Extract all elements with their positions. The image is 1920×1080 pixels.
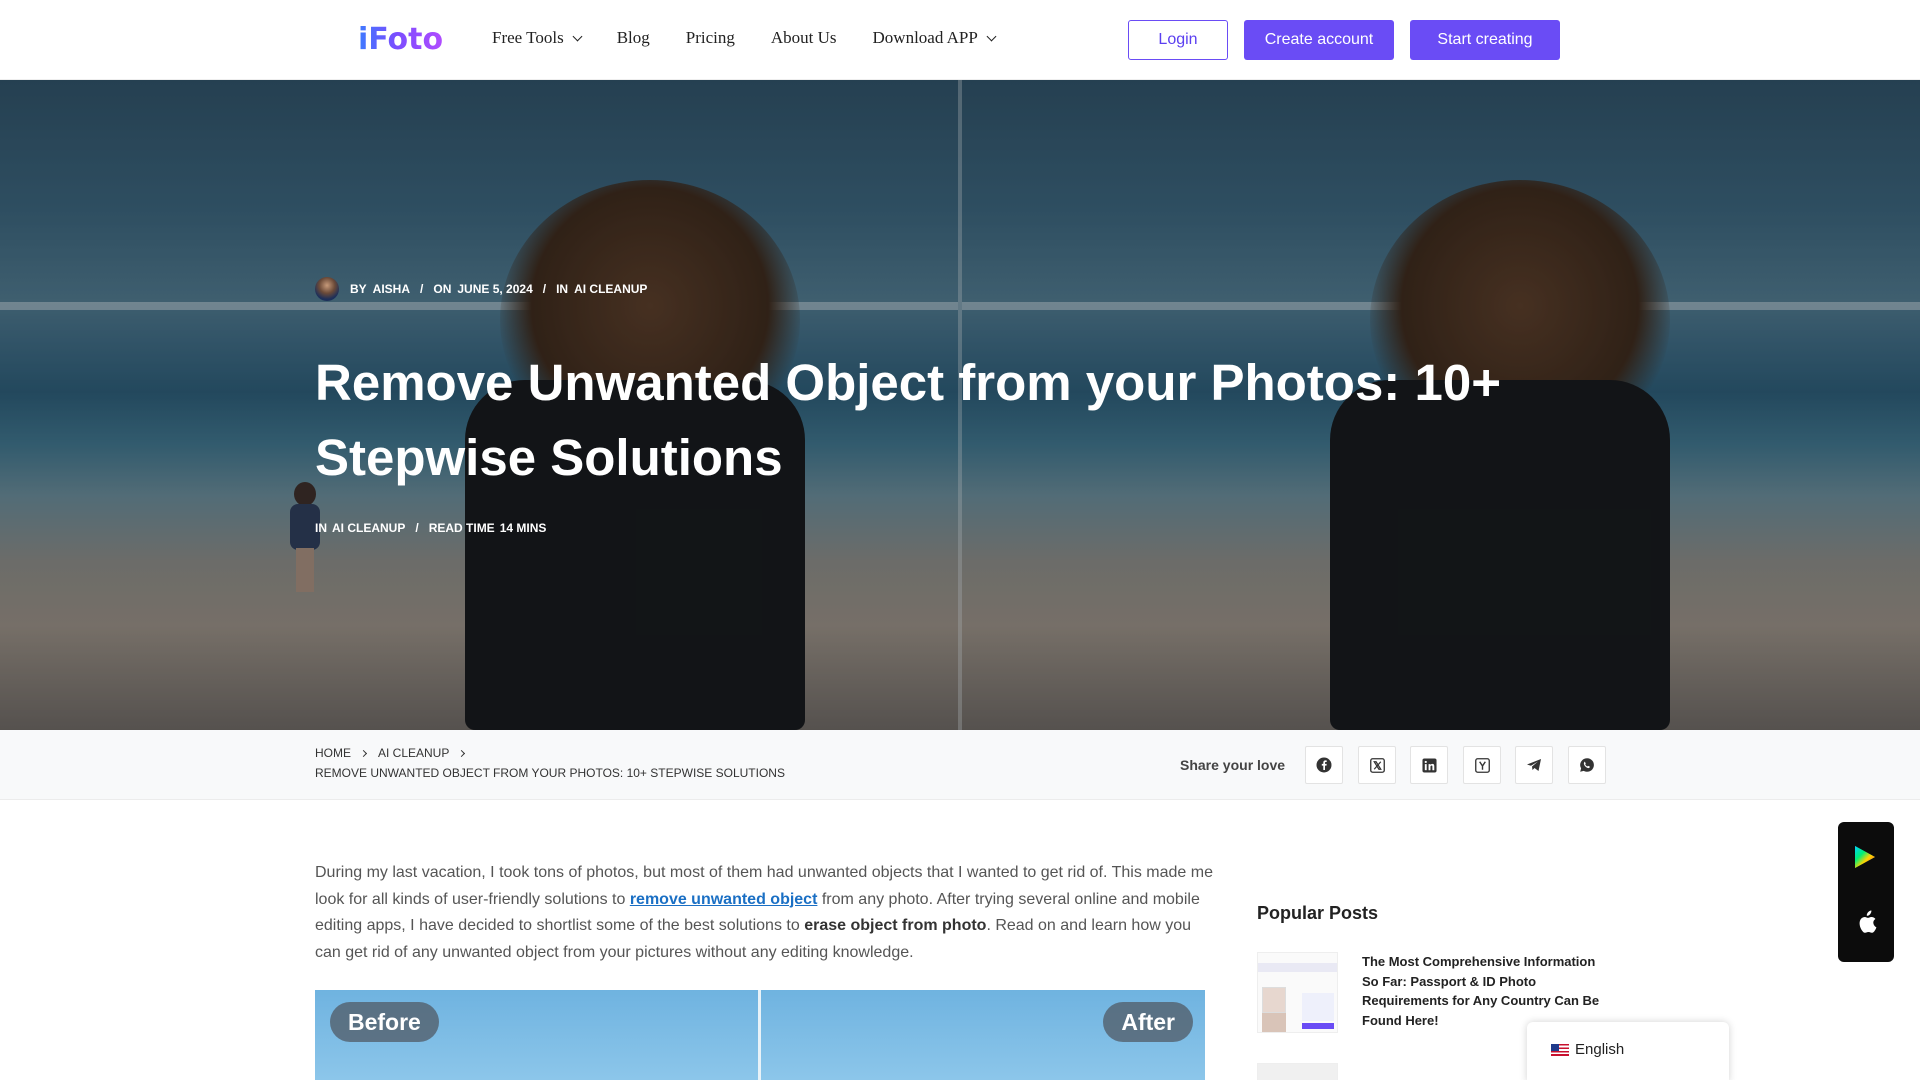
share-linkedin-button[interactable] [1410, 746, 1448, 784]
read-time-label: Read time [428, 521, 495, 535]
nav-free-tools[interactable]: Free Tools [492, 28, 583, 48]
nav-free-tools-label: Free Tools [492, 28, 564, 47]
create-account-button[interactable]: Create account [1244, 20, 1394, 60]
share-whatsapp-button[interactable] [1568, 746, 1606, 784]
language-label: English [1575, 1041, 1625, 1058]
chevron-down-icon [572, 31, 583, 41]
breadcrumb-home[interactable]: Home [315, 746, 351, 760]
hero-banner: By Aisha / On June 5, 2024 / In AI Clean… [0, 80, 1920, 730]
page-title: Remove Unwanted Object from your Photos:… [315, 354, 1501, 486]
post-meta: By Aisha / On June 5, 2024 / In AI Clean… [315, 277, 647, 301]
nav-about-us[interactable]: About Us [771, 28, 837, 48]
share-telegram-button[interactable] [1515, 746, 1553, 784]
post-date: June 5, 2024 [457, 282, 533, 296]
language-selector[interactable]: English [1527, 1022, 1729, 1080]
article-intro: During my last vacation, I took tons of … [315, 860, 1215, 966]
breadcrumb: Home AI Cleanup Remove Unwanted Object f… [315, 746, 785, 780]
main-nav: Free Tools Blog Pricing About Us Downloa… [492, 28, 1031, 48]
nav-about-us-label: About Us [770, 28, 837, 47]
nav-blog[interactable]: Blog [617, 28, 650, 48]
author-avatar[interactable] [315, 277, 339, 301]
meta-in: In [315, 521, 327, 535]
breadcrumb-current: Remove Unwanted Object from your Photos:… [315, 766, 785, 780]
login-button[interactable]: Login [1128, 20, 1228, 60]
meta-separator: / [415, 521, 419, 535]
meta-in: In [556, 282, 569, 296]
us-flag-icon [1551, 1044, 1569, 1056]
popular-post-title[interactable]: The Most Comprehensive Information So Fa… [1362, 952, 1602, 1030]
app-download-float [1838, 822, 1894, 962]
facebook-icon [1316, 757, 1332, 773]
share-x-button[interactable] [1358, 746, 1396, 784]
author-link[interactable]: Aisha [373, 282, 410, 296]
chevron-right-icon [359, 749, 368, 757]
meta-by: By [350, 282, 367, 296]
category-link[interactable]: AI Cleanup [332, 521, 405, 535]
share-label: Share your love [1180, 757, 1286, 773]
apple-icon[interactable] [1855, 910, 1877, 934]
chevron-right-icon [458, 749, 466, 757]
whatsapp-icon [1580, 758, 1594, 772]
breadcrumb-category[interactable]: AI Cleanup [378, 746, 449, 760]
popular-post-thumbnail[interactable] [1257, 1063, 1338, 1080]
google-play-icon[interactable] [1855, 846, 1875, 868]
before-after-split [758, 990, 761, 1080]
site-header: iFoto Free Tools Blog Pricing About Us D… [0, 0, 1920, 80]
popular-post-thumbnail[interactable] [1257, 952, 1338, 1033]
telegram-icon [1527, 759, 1541, 771]
chevron-down-icon [986, 31, 997, 41]
breadcrumb-bar: Home AI Cleanup Remove Unwanted Object f… [0, 730, 1920, 800]
start-creating-button[interactable]: Start creating [1410, 20, 1560, 60]
share-facebook-button[interactable] [1305, 746, 1343, 784]
nav-pricing-label: Pricing [685, 28, 735, 47]
linkedin-icon [1421, 757, 1437, 773]
post-meta-secondary: In AI Cleanup / Read time 14 mins [315, 521, 546, 535]
before-label: Before [330, 1002, 439, 1042]
nav-download-app[interactable]: Download APP [872, 28, 997, 48]
ifoto-logo[interactable]: iFoto [358, 22, 443, 57]
nav-pricing[interactable]: Pricing [686, 28, 735, 48]
share-hacker-news-button[interactable] [1463, 746, 1501, 784]
nav-blog-label: Blog [616, 28, 650, 47]
category-link[interactable]: AI Cleanup [574, 282, 647, 296]
read-time-value: 14 mins [499, 521, 547, 535]
meta-separator: / [542, 282, 547, 296]
meta-on: On [433, 282, 452, 296]
after-label: After [1103, 1002, 1193, 1042]
hacker-news-icon [1474, 757, 1490, 773]
remove-unwanted-object-link[interactable]: remove unwanted object [630, 891, 818, 908]
popular-posts-title: Popular Posts [1257, 903, 1379, 923]
meta-separator: / [420, 282, 424, 296]
nav-download-app-label: Download APP [872, 28, 978, 47]
before-after-image: Before After [315, 990, 1205, 1080]
x-icon [1369, 757, 1385, 773]
intro-bold-text: erase object from photo [804, 917, 987, 934]
